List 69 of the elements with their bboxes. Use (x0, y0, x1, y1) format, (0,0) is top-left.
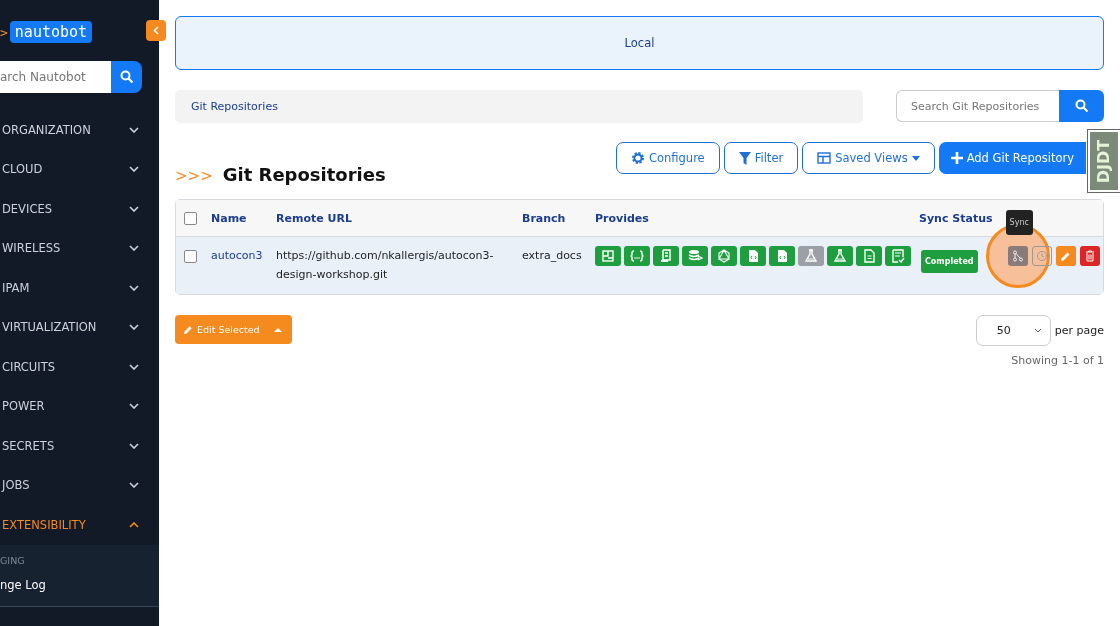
repository-link[interactable]: autocon3 (211, 249, 263, 262)
delete-button[interactable] (1079, 246, 1100, 266)
chevron-icon (129, 482, 139, 489)
nav-item[interactable]: POWER (0, 386, 159, 426)
search-field[interactable]: arch Nautobot (0, 61, 111, 93)
per-page-label: per page (1054, 324, 1104, 337)
search-icon (119, 70, 134, 84)
pencil-icon (1060, 250, 1072, 262)
nav-item[interactable]: VIRTUALIZATION (0, 307, 159, 347)
nav-item[interactable]: EXTENSIBILITY (0, 505, 159, 545)
logo[interactable]: nautobot (9, 21, 93, 43)
title-prefix: >>> (175, 167, 213, 185)
nav-item[interactable]: CIRCUITS (0, 347, 159, 387)
chevron-icon (129, 403, 139, 410)
per-page-select[interactable]: 50 (975, 315, 1051, 346)
search-icon (1074, 99, 1089, 113)
checkbox[interactable] (184, 250, 197, 263)
chevron-icon (129, 205, 139, 212)
history-button[interactable] (1031, 246, 1052, 266)
nav-item[interactable]: CLOUD (0, 149, 159, 189)
table-icon (817, 152, 832, 164)
nav-section-header: GING (0, 553, 26, 568)
nav-item[interactable]: SECRETS (0, 426, 159, 466)
configure-button[interactable]: Configure (615, 142, 720, 174)
chevron-icon (1033, 328, 1042, 333)
filter-icon (738, 151, 751, 165)
search-button[interactable] (111, 61, 142, 93)
tooltip: Sync (1005, 210, 1033, 235)
nav-item[interactable]: IPAM (0, 268, 159, 308)
table-cell-text: extra_docs (522, 248, 583, 264)
saved-views-button[interactable]: Saved Views (802, 142, 935, 174)
nav-item[interactable]: JOBS (0, 465, 159, 505)
chevron-icon (129, 363, 139, 370)
breadcrumb[interactable]: Git Repositories (175, 90, 863, 123)
caret-icon (911, 155, 920, 161)
history-icon (1035, 250, 1048, 262)
edit-button[interactable] (1055, 246, 1076, 266)
status-badge: Completed (921, 250, 978, 273)
environment-banner: Local (175, 16, 1104, 70)
trash-icon (1084, 250, 1095, 262)
search-field[interactable]: Search Git Repositories (896, 90, 1059, 122)
plus-icon (950, 152, 963, 164)
chevron-icon (129, 166, 139, 173)
column-header[interactable]: Sync Status (919, 211, 993, 225)
chevron-icon (129, 126, 139, 133)
branch-icon (1011, 250, 1024, 262)
collapse-button[interactable] (146, 20, 166, 41)
nav-item[interactable]: DEVICES (0, 189, 159, 229)
logo-prefix: > (0, 24, 8, 40)
column-header[interactable]: Remote URL (276, 211, 352, 225)
page-title: Git Repositories (222, 164, 386, 185)
nav-link[interactable]: nge Log (0, 573, 159, 596)
column-header[interactable]: Provides (595, 211, 649, 225)
pencil-icon (183, 324, 193, 335)
gear-icon (630, 151, 645, 165)
sync-button[interactable] (1007, 246, 1028, 266)
chevron-icon (129, 245, 139, 252)
checkbox[interactable] (184, 211, 197, 225)
chevron-icon (129, 521, 139, 528)
chevron-icon (153, 26, 159, 35)
chevron-icon (129, 324, 139, 331)
chevron-icon (129, 442, 139, 449)
pagination-summary: Showing 1-1 of 1 (1011, 354, 1104, 367)
add-button[interactable]: Add Git Repository (938, 142, 1086, 174)
nav-item[interactable]: ORGANIZATION (0, 110, 159, 150)
chevron-icon (129, 284, 139, 291)
table-cell-text: https://github.com/nkallergis/autocon3-design-workshop.git (276, 248, 495, 283)
filter-button[interactable]: Filter (723, 142, 799, 174)
nav-item[interactable]: WIRELESS (0, 228, 159, 268)
